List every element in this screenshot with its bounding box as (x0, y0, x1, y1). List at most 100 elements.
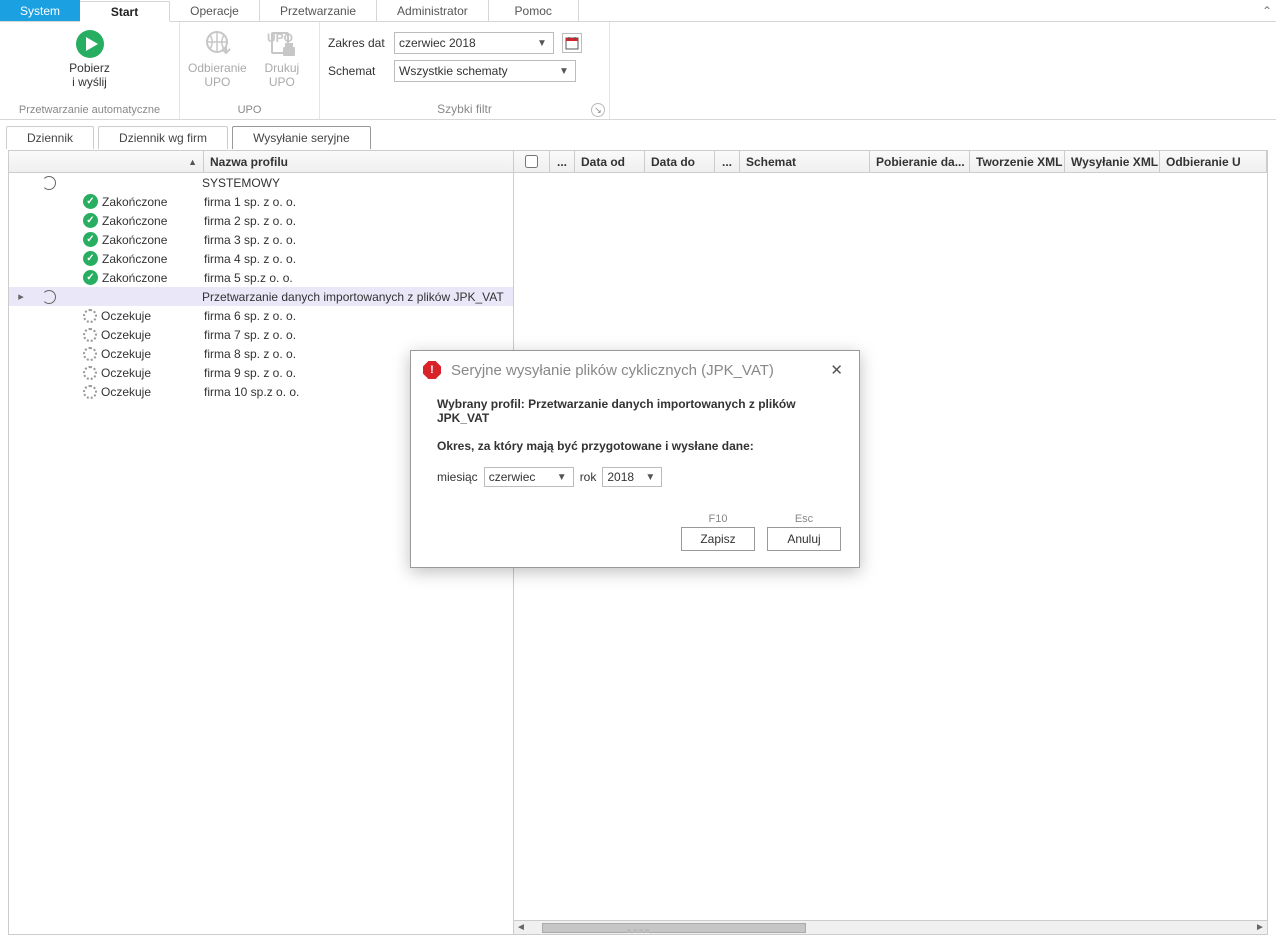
left-col-name-header[interactable]: Nazwa profilu (204, 151, 513, 172)
pending-icon (83, 385, 97, 399)
profile-name: SYSTEMOWY (202, 176, 513, 190)
svg-text:UPO: UPO (267, 31, 293, 45)
subtab-0[interactable]: Dziennik (6, 126, 94, 149)
schema-label: Schemat (328, 64, 388, 78)
year-label: rok (580, 470, 597, 484)
ribbon: Pobierzi wyślij Przetwarzanie automatycz… (0, 22, 1276, 120)
pending-icon (83, 347, 97, 361)
chevron-down-icon: ▼ (557, 66, 571, 77)
refresh-icon (41, 290, 57, 304)
serial-send-dialog: ! Seryjne wysyłanie plików cyklicznych (… (410, 350, 860, 568)
profile-name: Przetwarzanie danych importowanych z pli… (202, 290, 513, 304)
status-cell: ✓Zakończone (57, 270, 202, 285)
splitter-handle[interactable] (613, 927, 663, 934)
col-dots-1[interactable]: ... (550, 151, 575, 172)
profile-row[interactable]: ✓Zakończonefirma 3 sp. z o. o. (9, 230, 513, 249)
sort-asc-icon: ▲ (188, 157, 197, 167)
row-indicator-icon: ▸ (13, 290, 29, 303)
profile-name: firma 3 sp. z o. o. (202, 233, 513, 247)
select-all-checkbox[interactable] (525, 155, 538, 168)
fetch-send-button[interactable]: Pobierzi wyślij (54, 26, 126, 90)
profile-name: firma 7 sp. z o. o. (202, 328, 513, 342)
tab-administrator[interactable]: Administrator (377, 0, 489, 21)
chevron-down-icon: ▼ (555, 472, 569, 483)
profile-group-row[interactable]: SYSTEMOWY (9, 173, 513, 192)
check-icon: ✓ (83, 251, 98, 266)
left-grid-header: ▲ Nazwa profilu (9, 151, 513, 173)
save-hint: F10 (709, 513, 728, 525)
scroll-thumb[interactable] (542, 923, 806, 933)
tab-start[interactable]: Start (80, 1, 170, 22)
status-cell: Oczekuje (57, 366, 202, 380)
receive-upo-button: OdbieranieUPO (188, 26, 247, 90)
dialog-close-button[interactable]: ✕ (826, 361, 847, 379)
right-grid-header: ... Data od Data do ... Schemat Pobieran… (514, 151, 1267, 173)
tab-pomoc[interactable]: Pomoc (489, 0, 579, 21)
period-label: Okres, za który mają być przygotowane i … (437, 439, 833, 453)
ribbon-collapse-icon[interactable]: ⌃ (1258, 0, 1276, 21)
cancel-hint: Esc (795, 513, 813, 525)
schema-combo[interactable]: Wszystkie schematy ▼ (394, 60, 576, 82)
save-button[interactable]: Zapisz (681, 527, 755, 551)
profile-row[interactable]: Oczekujefirma 6 sp. z o. o. (9, 306, 513, 325)
check-icon: ✓ (83, 213, 98, 228)
fetch-send-label-2: i wyślij (72, 75, 107, 89)
calendar-icon[interactable] (562, 33, 582, 53)
profile-name: firma 1 sp. z o. o. (202, 195, 513, 209)
status-cell: Oczekuje (57, 385, 202, 399)
col-odbieranie[interactable]: Odbieranie U (1160, 151, 1267, 172)
col-pobieranie[interactable]: Pobieranie da... (870, 151, 970, 172)
print-upo-button: UPO DrukujUPO (253, 26, 311, 90)
profile-row[interactable]: ✓Zakończonefirma 4 sp. z o. o. (9, 249, 513, 268)
group-launcher-icon[interactable]: ↘ (591, 103, 605, 117)
refresh-icon (41, 176, 57, 190)
scroll-left-icon[interactable]: ◄ (514, 922, 528, 933)
profile-name: firma 4 sp. z o. o. (202, 252, 513, 266)
chevron-down-icon: ▼ (535, 38, 549, 49)
ribbon-group3-label: Szybki filtr ↘ (320, 100, 609, 119)
date-range-label: Zakres dat (328, 36, 388, 50)
col-schemat[interactable]: Schemat (740, 151, 870, 172)
col-dots-2[interactable]: ... (715, 151, 740, 172)
print-upo-icon: UPO (266, 28, 298, 60)
cancel-button[interactable]: Anuluj (767, 527, 841, 551)
tab-operacje[interactable]: Operacje (170, 0, 260, 21)
pending-icon (83, 366, 97, 380)
year-combo[interactable]: 2018 ▼ (602, 467, 662, 487)
sub-tabs: DziennikDziennik wg firmWysyłanie seryjn… (6, 126, 1270, 149)
status-cell: Oczekuje (57, 328, 202, 342)
subtab-1[interactable]: Dziennik wg firm (98, 126, 228, 149)
col-checkbox[interactable] (514, 151, 550, 172)
profile-name: firma 6 sp. z o. o. (202, 309, 513, 323)
globe-download-icon (201, 28, 233, 60)
col-tworzenie[interactable]: Tworzenie XML (970, 151, 1065, 172)
subtab-2[interactable]: Wysyłanie seryjne (232, 126, 371, 149)
profile-name: firma 5 sp.z o. o. (202, 271, 513, 285)
col-wysylanie[interactable]: Wysyłanie XML (1065, 151, 1160, 172)
profile-name: firma 2 sp. z o. o. (202, 214, 513, 228)
date-range-combo[interactable]: czerwiec 2018 ▼ (394, 32, 554, 54)
pending-icon (83, 309, 97, 323)
left-col-status-header[interactable]: ▲ (9, 151, 204, 172)
profile-row[interactable]: ✓Zakończonefirma 2 sp. z o. o. (9, 211, 513, 230)
chevron-down-icon: ▼ (643, 472, 657, 483)
tab-przetwarzanie[interactable]: Przetwarzanie (260, 0, 377, 21)
month-label: miesiąc (437, 470, 478, 484)
status-cell: ✓Zakończone (57, 194, 202, 209)
status-cell: ✓Zakończone (57, 232, 202, 247)
tab-system[interactable]: System (0, 0, 80, 21)
col-data-do[interactable]: Data do (645, 151, 715, 172)
month-combo[interactable]: czerwiec ▼ (484, 467, 574, 487)
selected-profile-line: Wybrany profil: Przetwarzanie danych imp… (437, 397, 833, 425)
status-cell: ✓Zakończone (57, 251, 202, 266)
check-icon: ✓ (83, 270, 98, 285)
profile-group-row[interactable]: ▸ Przetwarzanie danych importowanych z pl… (9, 287, 513, 306)
scroll-right-icon[interactable]: ► (1253, 922, 1267, 933)
col-data-od[interactable]: Data od (575, 151, 645, 172)
fetch-send-label-1: Pobierz (69, 61, 110, 75)
profile-row[interactable]: ✓Zakończonefirma 1 sp. z o. o. (9, 192, 513, 211)
profile-row[interactable]: ✓Zakończonefirma 5 sp.z o. o. (9, 268, 513, 287)
play-icon (74, 28, 106, 60)
stop-icon: ! (423, 361, 441, 379)
profile-row[interactable]: Oczekujefirma 7 sp. z o. o. (9, 325, 513, 344)
